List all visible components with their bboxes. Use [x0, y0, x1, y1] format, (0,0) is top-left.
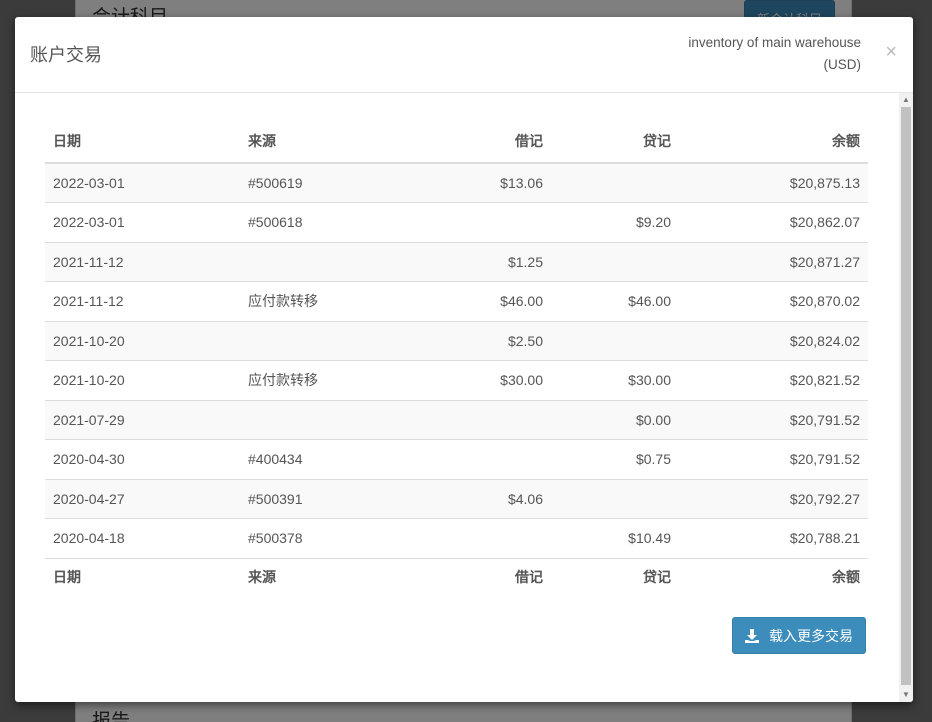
- cell-date: 2021-10-20: [45, 320, 240, 361]
- cell-source: #500391: [240, 478, 430, 519]
- footer-credit: 贷记: [551, 557, 679, 596]
- cell-debit: $30.00: [430, 360, 551, 400]
- cell-source: #500619: [240, 162, 430, 203]
- table-row: 2020-04-27 #500391 $4.06 $20,792.27: [45, 478, 868, 519]
- cell-date: 2021-11-12: [45, 281, 240, 321]
- cell-balance: $20,821.52: [679, 360, 868, 400]
- cell-balance: $20,788.21: [679, 518, 868, 558]
- table-row: 2021-10-20 应付款转移 $30.00 $30.00 $20,821.52: [45, 360, 868, 400]
- cell-debit: [430, 202, 551, 242]
- table-row: 2022-03-01 #500618 $9.20 $20,862.07: [45, 202, 868, 242]
- cell-credit: $0.00: [551, 399, 679, 440]
- cell-source: 应付款转移: [240, 360, 430, 400]
- download-icon: [745, 628, 759, 643]
- cell-source: [240, 241, 430, 282]
- cell-debit: $46.00: [430, 281, 551, 321]
- cell-credit: $0.75: [551, 439, 679, 479]
- footer-debit: 借记: [430, 557, 551, 596]
- cell-source: 应付款转移: [240, 281, 430, 321]
- cell-credit: [551, 478, 679, 519]
- cell-source: #400434: [240, 439, 430, 479]
- modal-scrollbar[interactable]: ▲ ▼: [899, 93, 913, 702]
- cell-balance: $20,862.07: [679, 202, 868, 242]
- cell-balance: $20,792.27: [679, 478, 868, 519]
- cell-credit: $46.00: [551, 281, 679, 321]
- account-name: inventory of main warehouse: [688, 35, 861, 50]
- cell-source: [240, 320, 430, 361]
- modal-header: 账户交易 inventory of main warehouse (USD) ×: [15, 17, 913, 93]
- cell-date: 2020-04-30: [45, 439, 240, 479]
- footer-date: 日期: [45, 557, 240, 596]
- cell-credit: [551, 241, 679, 282]
- cell-balance: $20,791.52: [679, 399, 868, 440]
- cell-credit: [551, 162, 679, 203]
- close-icon[interactable]: ×: [885, 41, 897, 63]
- account-currency: (USD): [823, 57, 862, 72]
- load-more-transactions-button[interactable]: 载入更多交易: [732, 617, 866, 654]
- table-row: 2021-10-20 $2.50 $20,824.02: [45, 320, 868, 361]
- cell-credit: $9.20: [551, 202, 679, 242]
- table-row: 2021-11-12 $1.25 $20,871.27: [45, 241, 868, 282]
- cell-debit: $1.25: [430, 241, 551, 282]
- cell-debit: $2.50: [430, 320, 551, 361]
- header-balance: 余额: [679, 119, 868, 164]
- modal-title: 账户交易: [30, 45, 102, 65]
- cell-debit: $4.06: [430, 478, 551, 519]
- cell-balance: $20,824.02: [679, 320, 868, 361]
- cell-balance: $20,870.02: [679, 281, 868, 321]
- header-source: 来源: [240, 119, 430, 164]
- cell-credit: [551, 320, 679, 361]
- cell-debit: [430, 399, 551, 440]
- scrollbar-thumb[interactable]: [901, 107, 911, 685]
- transactions-table: 日期 来源 借记 贷记 余额 2022-03-01 #500619 $13.06 $2…: [45, 119, 868, 596]
- cell-date: 2022-03-01: [45, 202, 240, 242]
- scroll-up-arrow-icon[interactable]: ▲: [902, 95, 910, 105]
- cell-balance: $20,875.13: [679, 162, 868, 203]
- cell-source: #500378: [240, 518, 430, 558]
- cell-debit: [430, 439, 551, 479]
- cell-date: 2021-10-20: [45, 360, 240, 400]
- cell-credit: $10.49: [551, 518, 679, 558]
- table-row: 2022-03-01 #500619 $13.06 $20,875.13: [45, 162, 868, 203]
- table-row: 2021-11-12 应付款转移 $46.00 $46.00 $20,870.02: [45, 281, 868, 321]
- transactions-body: 2022-03-01 #500619 $13.06 $20,875.13 2022-03…: [45, 162, 868, 558]
- cell-debit: [430, 518, 551, 558]
- account-name-label: inventory of main warehouse (USD): [641, 32, 861, 76]
- load-more-label: 载入更多交易: [769, 627, 853, 644]
- cell-date: 2022-03-01: [45, 162, 240, 203]
- cell-date: 2021-11-12: [45, 241, 240, 282]
- cell-debit: $13.06: [430, 162, 551, 203]
- cell-source: #500618: [240, 202, 430, 242]
- header-debit: 借记: [430, 119, 551, 164]
- header-credit: 贷记: [551, 119, 679, 164]
- table-footer-row: 日期 来源 借记 贷记 余额: [45, 557, 868, 596]
- cell-date: 2020-04-18: [45, 518, 240, 558]
- table-row: 2020-04-30 #400434 $0.75 $20,791.52: [45, 439, 868, 479]
- cell-date: 2020-04-27: [45, 478, 240, 519]
- cell-credit: $30.00: [551, 360, 679, 400]
- cell-source: [240, 399, 430, 440]
- footer-balance: 余额: [679, 557, 868, 596]
- cell-balance: $20,871.27: [679, 241, 868, 282]
- table-header-row: 日期 来源 借记 贷记 余额: [45, 119, 868, 164]
- modal-body: 日期 来源 借记 贷记 余额 2022-03-01 #500619 $13.06 $2…: [15, 93, 899, 702]
- cell-balance: $20,791.52: [679, 439, 868, 479]
- account-transactions-modal: 账户交易 inventory of main warehouse (USD) ×…: [15, 17, 913, 702]
- table-row: 2020-04-18 #500378 $10.49 $20,788.21: [45, 518, 868, 558]
- table-row: 2021-07-29 $0.00 $20,791.52: [45, 399, 868, 440]
- header-date: 日期: [45, 119, 240, 164]
- scroll-down-arrow-icon[interactable]: ▼: [902, 690, 910, 700]
- cell-date: 2021-07-29: [45, 399, 240, 440]
- footer-source: 来源: [240, 557, 430, 596]
